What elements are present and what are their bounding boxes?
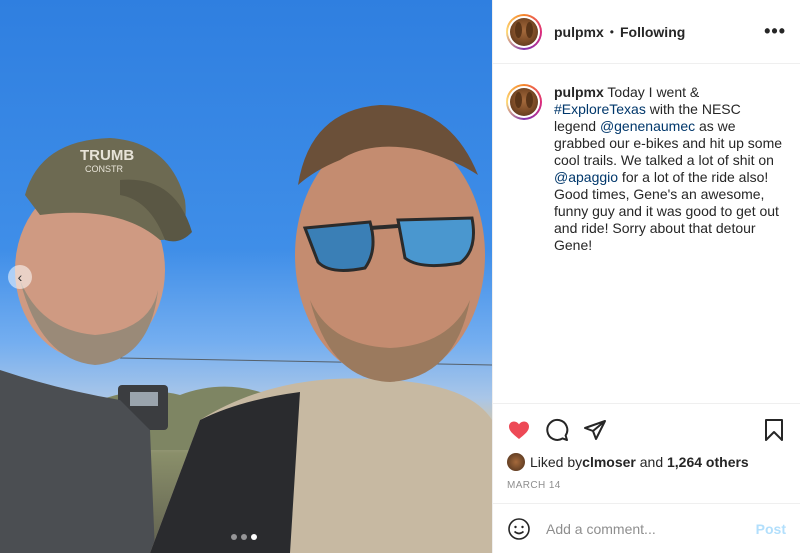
action-icons xyxy=(507,410,786,450)
post-sidebar: pulpmx • Following ••• pulpmx Today I we… xyxy=(492,0,800,553)
sunglasses-right-lens xyxy=(396,216,475,268)
post-photo[interactable]: TRUMB CONSTR ‹ xyxy=(0,0,492,553)
header-separator: • xyxy=(609,24,614,39)
comment-input[interactable] xyxy=(544,519,756,538)
carousel-dot xyxy=(241,534,247,540)
carousel-prev-button[interactable]: ‹ xyxy=(8,265,32,289)
likes-middle: and xyxy=(635,454,667,470)
post-caption: pulpmx Today I went & #ExploreTexas with… xyxy=(554,84,786,254)
post-date[interactable]: MARCH 14 xyxy=(507,480,786,503)
comment-icon[interactable] xyxy=(545,418,569,442)
dog-avatar-image xyxy=(510,17,538,46)
mention-link[interactable]: @apaggio xyxy=(554,169,618,185)
carousel-dots xyxy=(231,534,257,540)
dog-avatar-image xyxy=(510,88,538,116)
heart-icon[interactable] xyxy=(507,418,531,442)
bookmark-icon[interactable] xyxy=(762,418,786,442)
carousel-dot-active xyxy=(251,534,257,540)
more-options-icon[interactable]: ••• xyxy=(764,21,786,42)
emoji-icon[interactable] xyxy=(507,517,531,541)
cap-text-line2: CONSTR xyxy=(85,164,124,174)
caption-text: Today I went & xyxy=(603,84,700,100)
caption-username[interactable]: pulpmx xyxy=(554,84,604,100)
post-actions: Liked by clmoser and 1,264 others MARCH … xyxy=(493,403,800,503)
liker-avatar[interactable] xyxy=(507,453,525,471)
instagram-post: TRUMB CONSTR ‹ pulpmx • Following ••• pu… xyxy=(0,0,800,553)
following-button[interactable]: Following xyxy=(620,24,685,40)
likes-summary: Liked by clmoser and 1,264 others xyxy=(507,450,786,474)
mention-link[interactable]: @genenaumec xyxy=(600,118,695,134)
hashtag-link[interactable]: #ExploreTexas xyxy=(554,101,646,117)
chevron-left-icon: ‹ xyxy=(17,269,23,285)
post-comment-button[interactable]: Post xyxy=(756,521,786,537)
post-header: pulpmx • Following ••• xyxy=(493,0,800,64)
likes-count[interactable]: 1,264 others xyxy=(667,454,749,470)
share-icon[interactable] xyxy=(583,418,607,442)
likes-prefix: Liked by xyxy=(530,454,583,470)
cap-text-line1: TRUMB xyxy=(80,147,134,164)
profile-avatar[interactable] xyxy=(506,13,542,50)
header-username[interactable]: pulpmx xyxy=(554,24,604,40)
caption-area: pulpmx Today I went & #ExploreTexas with… xyxy=(493,64,800,403)
selfie-illustration: TRUMB CONSTR xyxy=(0,105,492,553)
carousel-dot xyxy=(231,534,237,540)
caption-avatar[interactable] xyxy=(506,84,542,120)
liker-username[interactable]: clmoser xyxy=(582,454,636,470)
comment-bar: Post xyxy=(493,503,800,553)
